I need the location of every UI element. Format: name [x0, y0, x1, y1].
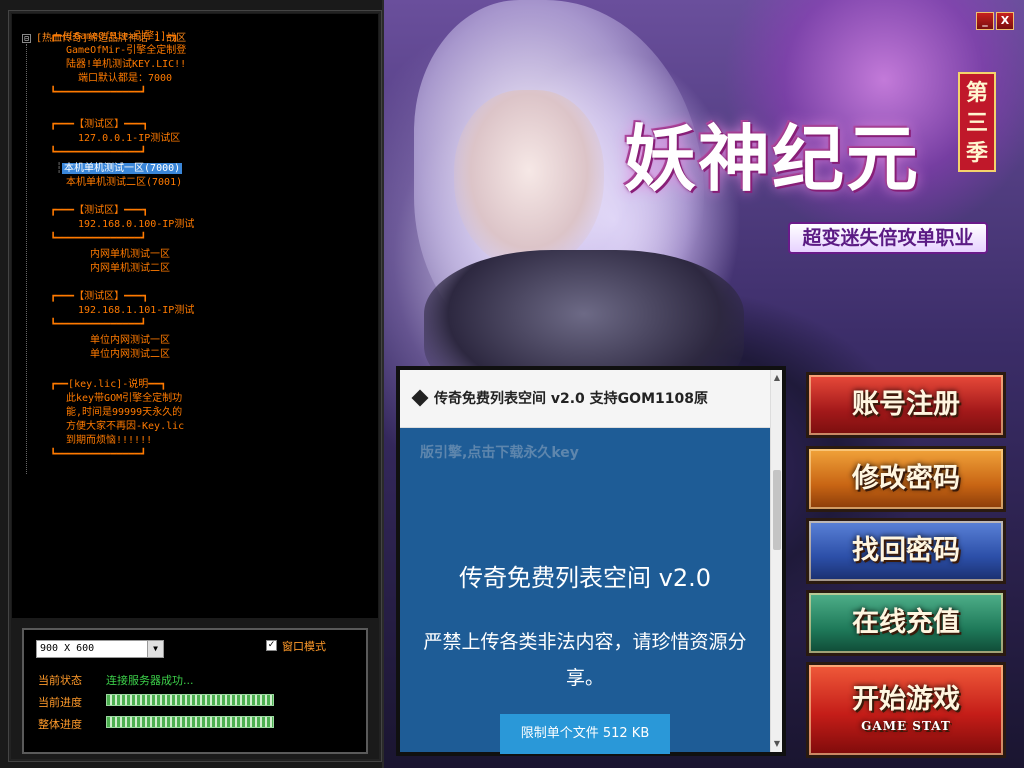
tree-line[interactable]: ┗━━━━━━━━━━━━━━┛: [50, 146, 146, 160]
tree-line[interactable]: 单位内网测试一区: [90, 334, 170, 348]
tagline-banner: 超变迷失倍攻单职业: [788, 222, 988, 254]
tree-line[interactable]: ┏━[[GameOfMir-引擎]]━┓: [50, 30, 178, 44]
notice-header: 传奇免费列表空间 v2.0 支持GOM1108原: [400, 370, 770, 428]
resolution-select[interactable]: 900 X 600 ▼: [36, 640, 164, 658]
tree-line[interactable]: 端口默认都是：7000: [78, 72, 172, 86]
tree-line[interactable]: 本机单机测试二区(7001): [66, 176, 182, 190]
season-badge: 第三季: [958, 72, 996, 172]
game-logo: 妖神纪元: [624, 116, 921, 201]
close-button[interactable]: X: [996, 12, 1014, 30]
scroll-up-icon[interactable]: ▲: [771, 372, 783, 384]
start-game-sublabel: GAME STAT: [861, 719, 951, 733]
tree-line[interactable]: 能,时间是99999天永久的: [66, 406, 182, 420]
tree-line[interactable]: ┏━━━【测试区】━━━┓: [50, 118, 148, 132]
server-panel: ⊟ [热血传奇]缔造品牌神话 1.战区 ┏━[[GameOfMir-引擎]]━┓…: [0, 0, 384, 768]
selected-server[interactable]: 本机单机测试一区(7000): [62, 163, 183, 174]
settings-box: 900 X 600 ▼ ✓ 窗口模式 当前状态 连接服务器成功... 当前进度 …: [22, 628, 368, 754]
current-progress-bar: [106, 694, 274, 706]
resolution-value: 900 X 600: [40, 643, 95, 654]
register-account-button[interactable]: 账号注册: [806, 372, 1006, 438]
tree-line[interactable]: 内网单机测试二区: [90, 262, 170, 276]
tree-connector: [26, 44, 27, 474]
notice-description: 严禁上传各类非法内容，请珍惜资源分享。: [423, 631, 747, 689]
tree-line[interactable]: 陆器!单机测试KEY.LIC!!: [66, 58, 186, 72]
server-tree[interactable]: ⊟ [热血传奇]缔造品牌神话 1.战区 ┏━[[GameOfMir-引擎]]━┓…: [12, 14, 378, 618]
tree-item-selected[interactable]: ┆ 本机单机测试一区(7000): [56, 162, 183, 176]
minimize-button[interactable]: _: [976, 12, 994, 30]
scroll-thumb[interactable]: [773, 470, 781, 550]
notice-scrollbar[interactable]: ▲ ▼: [770, 370, 782, 752]
window-mode-checkbox[interactable]: ✓: [266, 640, 277, 651]
tree-line[interactable]: ┏━━━【测试区】━━━┓: [50, 204, 148, 218]
total-progress-bar: [106, 716, 274, 728]
tree-line[interactable]: 192.168.1.101-IP测试: [78, 304, 194, 318]
file-limit-button[interactable]: 限制单个文件 512 KB: [500, 714, 670, 754]
change-password-button[interactable]: 修改密码: [806, 446, 1006, 512]
tree-line[interactable]: ┗━━━━━━━━━━━━━━┛: [50, 232, 146, 246]
tree-collapse-icon[interactable]: ⊟: [22, 34, 31, 43]
tree-line[interactable]: ┗━━━━━━━━━━━━━━┛: [50, 86, 146, 100]
tree-line[interactable]: ┏━━━【测试区】━━━┓: [50, 290, 148, 304]
current-progress-label: 当前进度: [38, 696, 82, 709]
online-recharge-button[interactable]: 在线充值: [806, 590, 1006, 656]
tree-line[interactable]: 127.0.0.1-IP测试区: [78, 132, 180, 146]
window-mode-label[interactable]: 窗口模式: [282, 638, 326, 654]
tree-line[interactable]: ┏━━[key.lic]-说明━━┓: [50, 378, 166, 392]
tree-line[interactable]: ┗━━━━━━━━━━━━━━┛: [50, 318, 146, 332]
launcher-window: ⊟ [热血传奇]缔造品牌神话 1.战区 ┏━[[GameOfMir-引擎]]━┓…: [0, 0, 1024, 768]
diamond-icon: [411, 389, 429, 407]
start-game-button[interactable]: 开始游戏 GAME STAT: [806, 662, 1006, 758]
status-value: 连接服务器成功...: [106, 674, 194, 687]
recover-password-button[interactable]: 找回密码: [806, 518, 1006, 584]
tree-line[interactable]: ┗━━━━━━━━━━━━━━┛: [50, 448, 146, 462]
tree-line[interactable]: 此key带GOM引擎全定制功: [66, 392, 182, 406]
chevron-down-icon[interactable]: ▼: [147, 641, 163, 657]
notice-header-text: 传奇免费列表空间 v2.0 支持GOM1108原: [434, 391, 708, 407]
notice-window: 传奇免费列表空间 v2.0 支持GOM1108原 版引擎,点击下载永久key 传…: [396, 366, 786, 756]
start-game-label: 开始游戏: [852, 684, 960, 715]
notice-subtitle-link[interactable]: 版引擎,点击下载永久key: [420, 442, 579, 462]
scroll-down-icon[interactable]: ▼: [771, 738, 783, 750]
total-progress-label: 整体进度: [38, 718, 82, 731]
tree-line[interactable]: 单位内网测试二区: [90, 348, 170, 362]
tree-line[interactable]: GameOfMir-引擎全定制登: [66, 44, 186, 58]
status-label: 当前状态: [38, 674, 82, 687]
character-face: [454, 90, 604, 270]
tree-line[interactable]: 内网单机测试一区: [90, 248, 170, 262]
tree-line[interactable]: 192.168.0.100-IP测试: [78, 218, 194, 232]
tree-line[interactable]: 方便大家不再因-Key.lic: [66, 420, 184, 434]
notice-body: 版引擎,点击下载永久key 传奇免费列表空间 v2.0 严禁上传各类非法内容，请…: [400, 428, 770, 754]
notice-title: 传奇免费列表空间 v2.0: [459, 564, 711, 592]
tree-line[interactable]: 到期而烦恼!!!!!!: [66, 434, 152, 448]
